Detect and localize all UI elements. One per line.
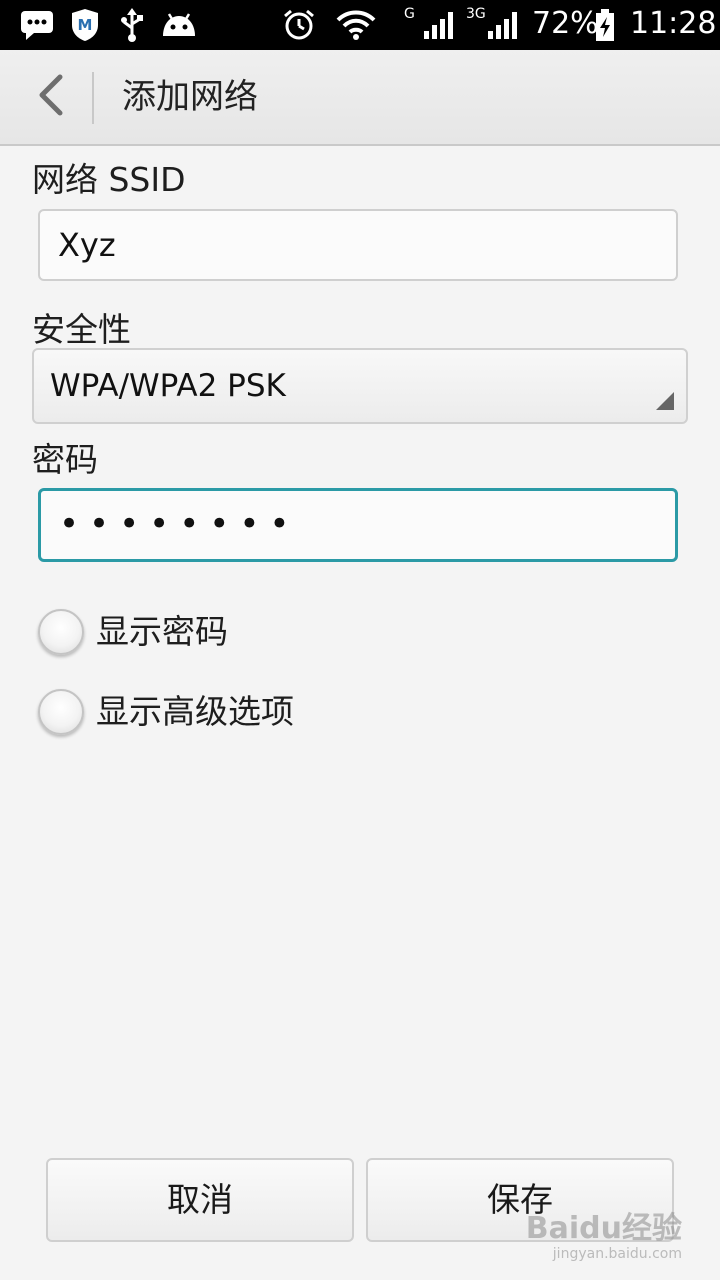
security-app-icon: M — [70, 8, 100, 42]
back-button[interactable] — [20, 68, 80, 126]
clock: 11:28 — [630, 6, 717, 41]
ssid-input[interactable]: Xyz — [38, 209, 678, 281]
password-input[interactable]: •••••••• — [38, 488, 678, 562]
chevron-left-icon — [34, 73, 66, 121]
network-type-g: G — [404, 6, 415, 22]
battery-percentage: 72% — [532, 6, 599, 41]
message-notification-icon — [20, 8, 54, 42]
password-label: 密码 — [32, 440, 98, 479]
wifi-icon — [336, 8, 376, 42]
advanced-options-option[interactable]: 显示高级选项 — [38, 684, 294, 740]
watermark-logo-text: Baidu经验 — [525, 1211, 682, 1246]
signal-strength-icon — [486, 8, 520, 42]
advanced-options-checkbox[interactable] — [38, 689, 84, 735]
security-dropdown[interactable]: WPA/WPA2 PSK — [32, 348, 688, 424]
watermark: Baidu经验 jingyan.baidu.com — [525, 1211, 682, 1263]
alarm-icon — [282, 8, 316, 42]
signal-strength-icon — [422, 8, 456, 42]
status-bar: M G 3G 72% 11:28 — [0, 0, 720, 50]
show-password-option[interactable]: 显示密码 — [38, 604, 228, 660]
dropdown-arrow-icon — [656, 392, 674, 410]
action-bar-divider — [92, 72, 94, 124]
action-bar: 添加网络 — [0, 50, 720, 146]
show-password-checkbox[interactable] — [38, 609, 84, 655]
advanced-options-label: 显示高级选项 — [96, 692, 294, 731]
cancel-button[interactable]: 取消 — [46, 1158, 354, 1242]
watermark-url: jingyan.baidu.com — [552, 1246, 682, 1262]
page-title: 添加网络 — [122, 77, 258, 117]
network-type-3g: 3G — [466, 6, 486, 22]
usb-icon — [120, 8, 144, 42]
security-selected-value: WPA/WPA2 PSK — [50, 368, 286, 404]
android-debug-icon — [160, 8, 198, 42]
ssid-label: 网络 SSID — [32, 160, 186, 199]
security-label: 安全性 — [32, 310, 131, 349]
svg-text:M: M — [78, 16, 93, 34]
show-password-label: 显示密码 — [96, 612, 228, 651]
battery-charging-icon — [594, 8, 616, 42]
